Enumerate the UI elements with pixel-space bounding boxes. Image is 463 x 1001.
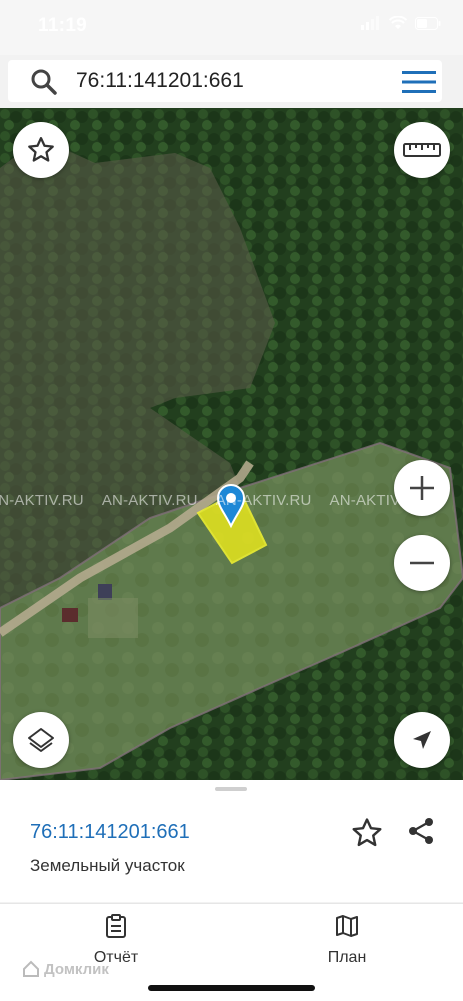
favorite-button[interactable] xyxy=(350,816,384,855)
satellite-map[interactable]: AN-AKTIV.RUAN-AKTIV.RUAN-AKTIV.RUAN-AKTI… xyxy=(0,108,463,780)
star-icon xyxy=(352,818,382,847)
wifi-icon xyxy=(389,16,407,29)
map-watermark: AN-AKTIV.RUAN-AKTIV.RUAN-AKTIV.RUAN-AKTI… xyxy=(0,492,426,509)
search-icon[interactable] xyxy=(30,68,58,96)
tab-plan[interactable]: План xyxy=(297,914,397,967)
ruler-icon xyxy=(403,143,441,157)
status-bar: 11:19 xyxy=(0,0,463,55)
zoom-out-button[interactable] xyxy=(394,535,450,591)
status-time: 11:19 xyxy=(38,15,88,36)
report-icon xyxy=(106,914,126,938)
status-icons xyxy=(361,16,441,30)
navigation-arrow-icon xyxy=(413,731,431,749)
layers-button[interactable] xyxy=(13,712,69,768)
cadastral-number[interactable]: 76:11:141201:661 xyxy=(30,821,190,844)
zoom-in-button[interactable] xyxy=(394,460,450,516)
minus-icon xyxy=(410,561,434,565)
brand-name: Домклик xyxy=(44,960,109,978)
favorite-map-button[interactable] xyxy=(13,122,69,178)
search-input[interactable]: 76:11:141201:661 xyxy=(76,69,244,93)
map-imagery xyxy=(0,108,463,780)
star-icon xyxy=(28,137,54,162)
search-bar[interactable]: 76:11:141201:661 xyxy=(8,60,442,102)
share-button[interactable] xyxy=(406,816,436,851)
battery-icon xyxy=(415,16,441,30)
tab-plan-label: План xyxy=(327,949,367,966)
brand-watermark: Домклик xyxy=(22,960,109,978)
ruler-button[interactable] xyxy=(394,122,450,178)
home-indicator xyxy=(148,985,315,991)
map-book-icon xyxy=(336,915,358,937)
signal-icon xyxy=(361,16,379,30)
plus-icon xyxy=(410,476,434,500)
brand-logo-icon xyxy=(23,960,39,977)
sheet-drag-handle[interactable] xyxy=(215,787,247,791)
layers-icon xyxy=(28,728,54,752)
object-type: Земельный участок xyxy=(30,856,185,875)
object-info-sheet[interactable]: 76:11:141201:661 Земельный участок xyxy=(0,780,463,902)
share-icon xyxy=(409,818,433,844)
my-location-button[interactable] xyxy=(394,712,450,768)
menu-icon[interactable] xyxy=(402,70,436,94)
